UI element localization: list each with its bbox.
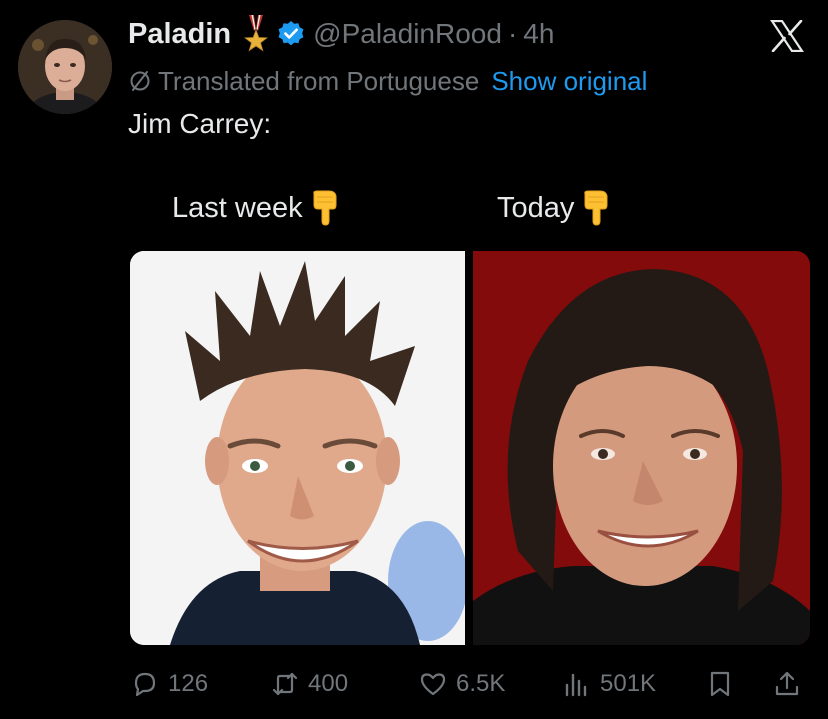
post-header: Paladin @PaladinRood · 4h xyxy=(128,14,554,54)
last-week-text: Last week xyxy=(172,191,303,224)
show-original-link[interactable]: Show original xyxy=(491,66,647,97)
backhand-pointing-down-icon xyxy=(584,190,608,226)
verified-icon xyxy=(278,21,304,46)
view-count: 501K xyxy=(600,670,657,697)
avatar[interactable] xyxy=(18,20,112,114)
share-icon xyxy=(775,671,799,696)
author-name[interactable]: Paladin xyxy=(128,18,231,51)
today-label: Today xyxy=(497,190,610,226)
repost-button[interactable]: 400 xyxy=(270,662,348,706)
translated-from-label: Translated from Portuguese xyxy=(158,65,480,96)
photo-last-week[interactable] xyxy=(130,251,465,645)
today-text: Today xyxy=(497,191,575,224)
post-text: Jim Carrey: xyxy=(128,108,272,139)
photo-today[interactable] xyxy=(473,251,810,645)
translate-icon xyxy=(130,71,150,91)
views-chart-icon xyxy=(565,673,587,697)
post-media[interactable] xyxy=(130,251,810,645)
reply-icon xyxy=(134,672,156,697)
separator-dot: · xyxy=(507,18,518,49)
share-button[interactable] xyxy=(772,662,802,706)
medal-icon xyxy=(244,15,269,52)
heart-icon xyxy=(420,673,446,696)
views-button[interactable]: 501K xyxy=(562,662,656,706)
backhand-pointing-down-icon xyxy=(312,190,337,226)
repost-icon xyxy=(272,672,298,696)
repost-count: 400 xyxy=(308,670,349,697)
post-time[interactable]: 4h xyxy=(523,18,554,50)
like-count: 6.5K xyxy=(456,670,506,697)
like-button[interactable]: 6.5K xyxy=(418,662,505,706)
action-bar: 126 400 6.5K 501K xyxy=(0,662,828,706)
author-handle[interactable]: @PaladinRood xyxy=(313,18,502,50)
last-week-label: Last week xyxy=(172,190,339,226)
translation-row: Translated from Portuguese Show original xyxy=(128,62,647,100)
bookmark-button[interactable] xyxy=(705,662,735,706)
bookmark-icon xyxy=(710,671,730,697)
reply-button[interactable]: 126 xyxy=(130,662,208,706)
x-logo-icon[interactable] xyxy=(770,20,804,52)
reply-count: 126 xyxy=(168,670,209,697)
